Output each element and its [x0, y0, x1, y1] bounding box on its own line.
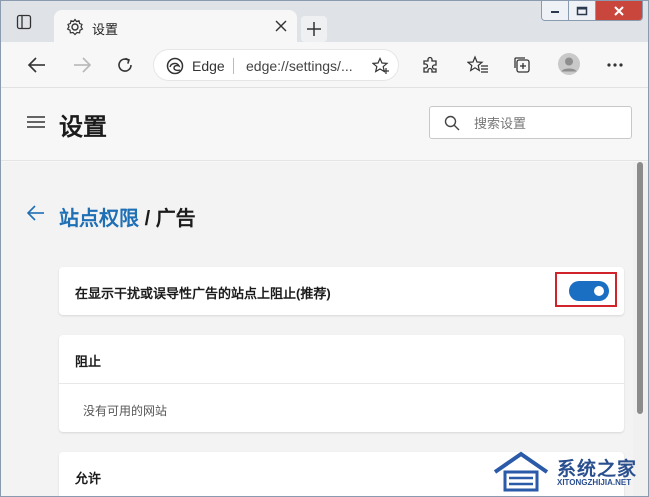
search-input[interactable]	[474, 113, 624, 133]
toolbar: Edge edge://settings/...	[1, 42, 648, 88]
breadcrumb: 站点权限 / 广告	[59, 202, 196, 231]
plus-icon	[307, 22, 321, 36]
close-window-button[interactable]	[595, 1, 642, 20]
block-list-card: 阻止 没有可用的网站	[59, 335, 624, 432]
search-icon	[444, 115, 460, 131]
ellipsis-icon	[607, 63, 623, 67]
add-favorite-icon[interactable]	[372, 57, 390, 75]
site-watermark: 系统之家 XITONGZHIJIA.NET	[487, 446, 647, 496]
extensions-button[interactable]	[419, 54, 441, 76]
minimize-icon	[551, 10, 560, 13]
address-separator	[233, 58, 234, 74]
allow-section-header: 允许	[75, 471, 102, 486]
house-logo-icon	[493, 451, 549, 492]
breadcrumb-separator: /	[144, 208, 151, 230]
block-intrusive-ads-card: 在显示干扰或误导性广告的站点上阻止(推荐)	[59, 267, 624, 315]
block-intrusive-ads-toggle[interactable]	[569, 281, 609, 301]
puzzle-icon	[423, 56, 437, 73]
watermark-title: 系统之家	[557, 459, 638, 480]
collections-icon	[514, 57, 530, 73]
new-tab-button[interactable]	[301, 16, 327, 42]
minimize-button[interactable]	[542, 1, 570, 20]
tab-title: 设置	[92, 22, 119, 37]
scrollbar-thumb[interactable]	[637, 162, 643, 414]
breadcrumb-parent-link[interactable]: 站点权限	[59, 208, 139, 230]
tab-actions-icon[interactable]	[15, 13, 33, 31]
avatar-icon	[558, 53, 580, 75]
gear-icon	[66, 18, 84, 36]
refresh-icon	[118, 57, 132, 72]
favorites-button[interactable]	[467, 54, 489, 76]
block-section-header: 阻止	[75, 354, 102, 369]
back-button[interactable]	[26, 54, 48, 76]
watermark-subtitle: XITONGZHIJIA.NET	[557, 478, 632, 487]
arrow-right-icon	[74, 57, 92, 73]
block-intrusive-ads-label: 在显示干扰或误导性广告的站点上阻止(推荐)	[75, 286, 331, 301]
profile-button[interactable]	[556, 51, 582, 77]
refresh-button[interactable]	[114, 54, 136, 76]
section-divider	[59, 383, 624, 384]
site-label: Edge	[192, 58, 225, 74]
arrow-left-icon	[27, 57, 45, 73]
maximize-button[interactable]	[569, 1, 596, 20]
page-title: 设置	[59, 114, 107, 141]
settings-header: 设置	[1, 89, 648, 161]
search-settings-box[interactable]	[429, 106, 632, 139]
tab-settings[interactable]: 设置	[54, 10, 297, 43]
maximize-icon	[576, 6, 588, 15]
close-icon	[614, 5, 624, 16]
toggle-knob	[594, 286, 604, 296]
menu-icon[interactable]	[27, 115, 45, 129]
address-bar[interactable]: Edge edge://settings/...	[153, 49, 399, 81]
collections-button[interactable]	[511, 54, 533, 76]
favorites-icon	[467, 55, 488, 73]
edge-logo-icon	[166, 57, 184, 75]
tab-strip: 设置	[1, 1, 648, 43]
more-menu-button[interactable]	[604, 54, 626, 76]
url-text: edge://settings/...	[246, 58, 353, 74]
block-empty-text: 没有可用的网站	[83, 404, 168, 418]
forward-button[interactable]	[71, 54, 93, 76]
breadcrumb-current: 广告	[155, 208, 196, 230]
window-controls	[541, 1, 643, 21]
close-tab-icon[interactable]	[274, 19, 288, 33]
browser-window: 设置 Edge edge://settings/... 设置 搜索设置 站点权限…	[0, 0, 649, 497]
back-arrow-icon[interactable]	[27, 205, 45, 221]
